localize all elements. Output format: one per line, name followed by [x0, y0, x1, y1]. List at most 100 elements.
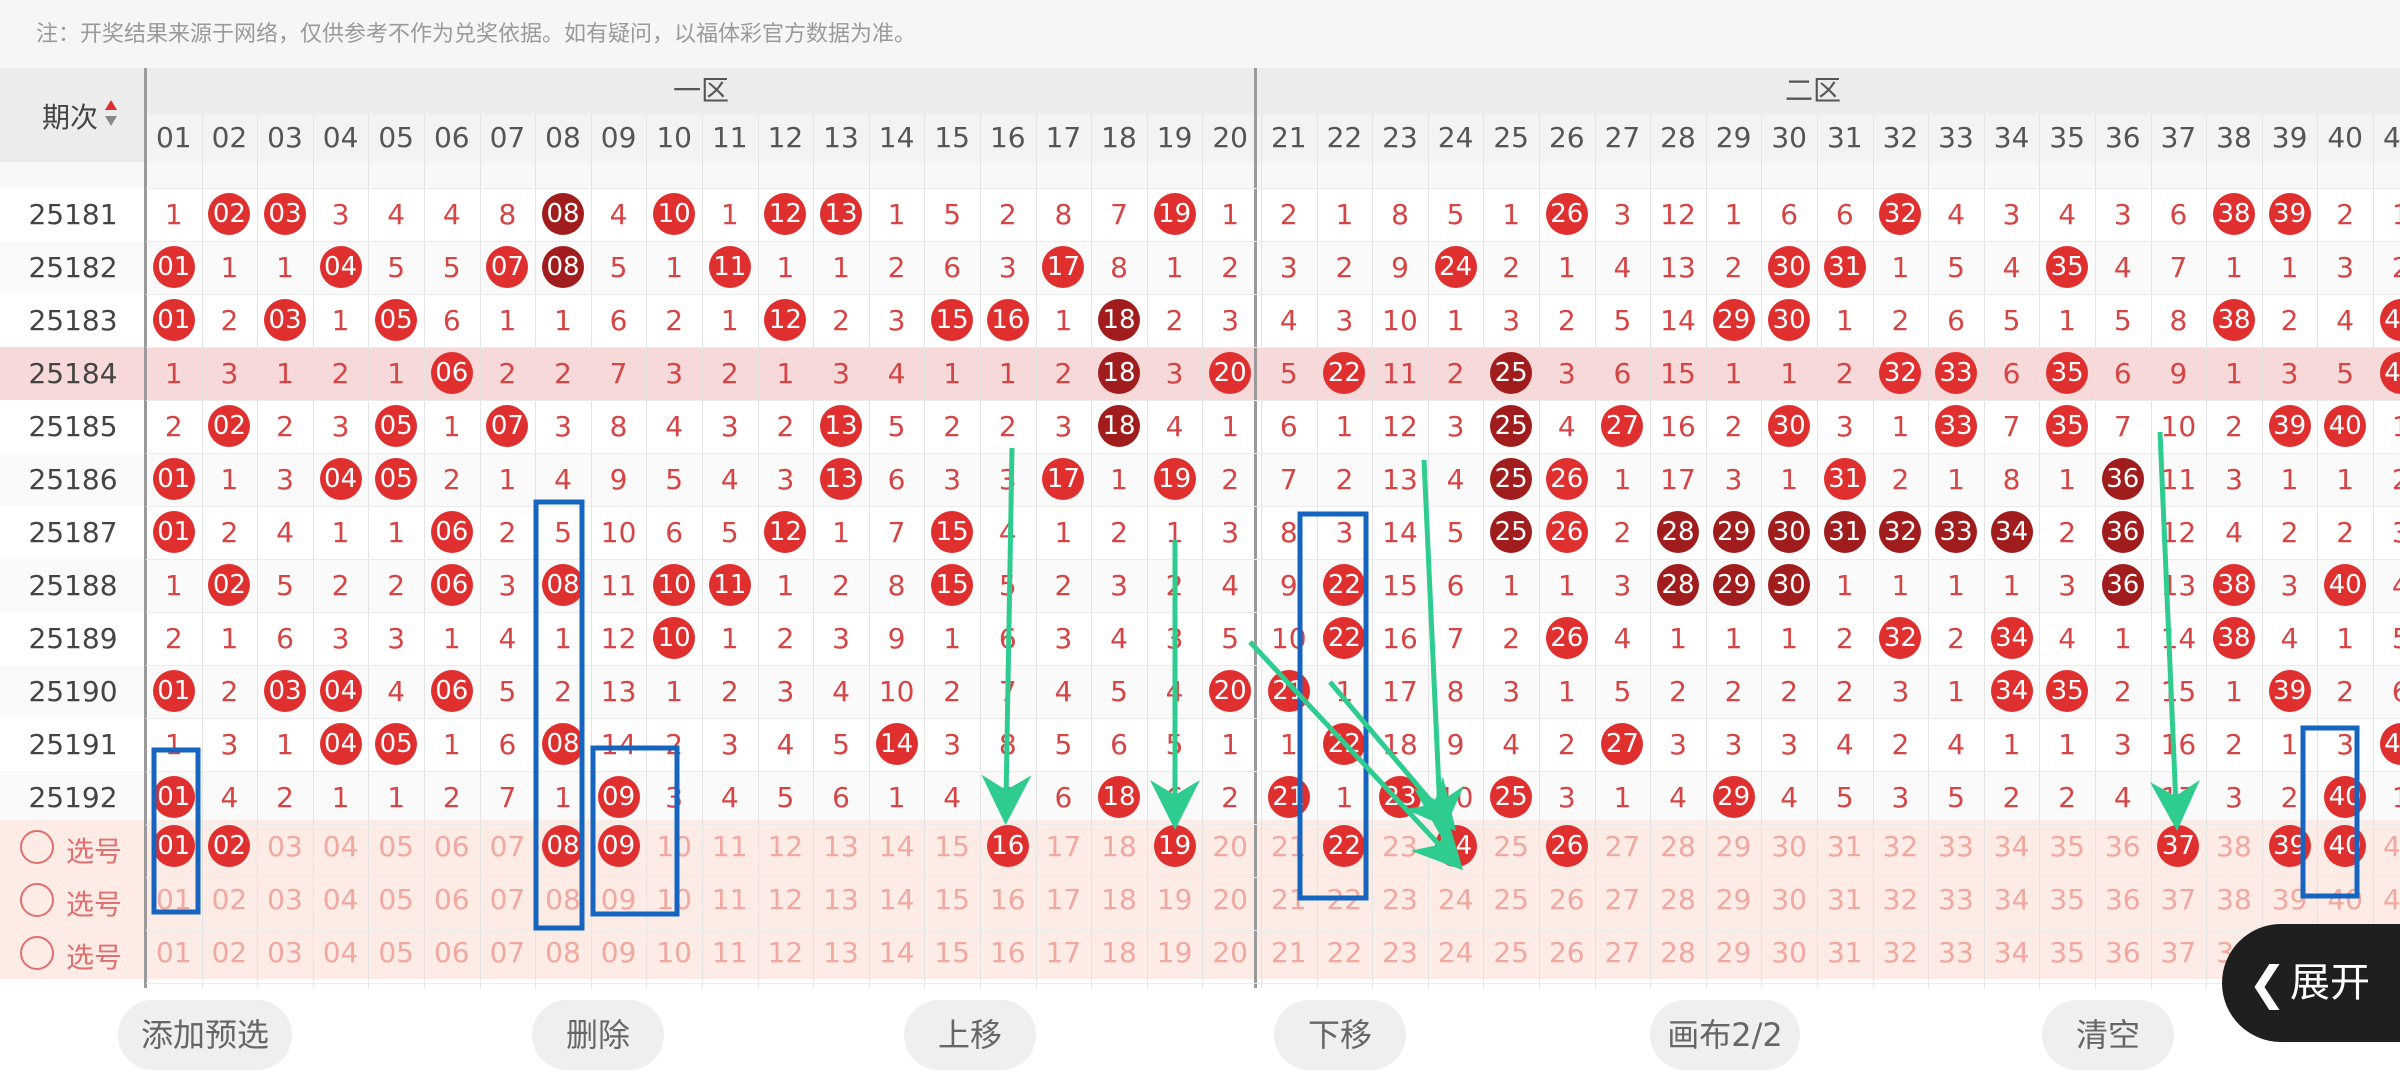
selectable-number[interactable]: 23: [1372, 926, 1428, 979]
selectable-number[interactable]: 24: [1428, 926, 1484, 979]
selectable-number[interactable]: 06: [424, 873, 480, 926]
selectable-number[interactable]: 40: [2317, 873, 2373, 926]
selectable-number[interactable]: 21: [1261, 873, 1317, 926]
selectable-number[interactable]: 32: [1873, 926, 1929, 979]
selected-number-ball[interactable]: 22: [1323, 825, 1366, 867]
selectable-number[interactable]: 41: [2373, 820, 2400, 873]
selectable-number[interactable]: 39: [2262, 873, 2318, 926]
selectable-number[interactable]: 11: [702, 926, 758, 979]
selectable-number[interactable]: 17: [1036, 873, 1092, 926]
selectable-number[interactable]: 02: [202, 873, 258, 926]
selectable-number[interactable]: 23: [1372, 873, 1428, 926]
selectable-number[interactable]: 24: [1428, 873, 1484, 926]
selectable-number[interactable]: 20: [1202, 820, 1258, 873]
selected-number-ball[interactable]: 26: [1545, 825, 1588, 867]
selectable-number[interactable]: 32: [1873, 873, 1929, 926]
selectable-number[interactable]: 17: [1036, 820, 1092, 873]
selectable-number[interactable]: 37: [2151, 873, 2207, 926]
selectable-number[interactable]: 10: [646, 873, 702, 926]
selectable-number[interactable]: 11: [702, 820, 758, 873]
selectable-number[interactable]: 22: [1317, 873, 1373, 926]
move-down-button[interactable]: 下移: [1274, 1000, 1406, 1070]
selectable-number[interactable]: 38: [2206, 873, 2262, 926]
selectable-number[interactable]: 36: [2095, 873, 2151, 926]
selectable-number[interactable]: 32: [1873, 820, 1929, 873]
selectable-number[interactable]: 26: [1539, 926, 1595, 979]
selectable-number[interactable]: 35: [2039, 820, 2095, 873]
selectable-number[interactable]: 29: [1706, 820, 1762, 873]
selectable-number[interactable]: 09: [591, 926, 647, 979]
selectable-number[interactable]: 18: [1091, 926, 1147, 979]
selectable-number[interactable]: 19: [1147, 873, 1203, 926]
selectable-number[interactable]: 18: [1091, 820, 1147, 873]
selectable-number[interactable]: 22: [1317, 926, 1373, 979]
trend-grid[interactable]: 一区 二区 01 02 03 04 05 06 07 08 09 10 11 12 13 14 15 16 17…: [0, 68, 2400, 988]
selectable-number[interactable]: 10: [646, 926, 702, 979]
selectable-number[interactable]: 36: [2095, 926, 2151, 979]
selectable-number[interactable]: 27: [1595, 820, 1651, 873]
selectable-number[interactable]: 16: [980, 926, 1036, 979]
selectable-number[interactable]: 02: [202, 926, 258, 979]
selected-number-ball[interactable]: 37: [2157, 825, 2200, 867]
selectable-number[interactable]: 05: [368, 820, 424, 873]
selectable-number[interactable]: 28: [1650, 926, 1706, 979]
selectable-number[interactable]: 34: [1984, 820, 2040, 873]
selected-number-ball[interactable]: 39: [2268, 825, 2311, 867]
select-row-radio[interactable]: [20, 936, 54, 970]
select-row-radio[interactable]: [20, 883, 54, 917]
period-header[interactable]: 期次: [0, 68, 146, 162]
selectable-number[interactable]: 34: [1984, 873, 2040, 926]
add-preselect-button[interactable]: 添加预选: [118, 1000, 292, 1070]
canvas-button[interactable]: 画布2/2: [1650, 1000, 1800, 1070]
selectable-number[interactable]: 35: [2039, 873, 2095, 926]
selectable-number[interactable]: 07: [480, 926, 536, 979]
selectable-number[interactable]: 04: [313, 926, 369, 979]
selectable-number[interactable]: 38: [2206, 820, 2262, 873]
selectable-number[interactable]: 18: [1091, 873, 1147, 926]
selectable-number[interactable]: 01: [146, 873, 202, 926]
selectable-number[interactable]: 20: [1202, 926, 1258, 979]
selectable-number[interactable]: 07: [480, 873, 536, 926]
selectable-number[interactable]: 30: [1761, 820, 1817, 873]
selectable-number[interactable]: 12: [758, 820, 814, 873]
selectable-number[interactable]: 28: [1650, 820, 1706, 873]
selectable-number[interactable]: 16: [980, 873, 1036, 926]
selectable-number[interactable]: 25: [1483, 926, 1539, 979]
selectable-number[interactable]: 13: [813, 926, 869, 979]
selectable-number[interactable]: 15: [924, 873, 980, 926]
selectable-number[interactable]: 04: [313, 820, 369, 873]
selectable-number[interactable]: 19: [1147, 926, 1203, 979]
delete-button[interactable]: 删除: [532, 1000, 664, 1070]
selected-number-ball[interactable]: 08: [542, 825, 584, 867]
selectable-number[interactable]: 05: [368, 926, 424, 979]
selectable-number[interactable]: 41: [2373, 873, 2400, 926]
selectable-number[interactable]: 14: [869, 873, 925, 926]
selectable-number[interactable]: 30: [1761, 873, 1817, 926]
selectable-number[interactable]: 06: [424, 820, 480, 873]
selectable-number[interactable]: 03: [257, 926, 313, 979]
selectable-number[interactable]: 31: [1817, 820, 1873, 873]
selectable-number[interactable]: 36: [2095, 820, 2151, 873]
selectable-number[interactable]: 03: [257, 873, 313, 926]
selectable-number[interactable]: 31: [1817, 926, 1873, 979]
selectable-number[interactable]: 37: [2151, 926, 2207, 979]
selectable-number[interactable]: 13: [813, 873, 869, 926]
selectable-number[interactable]: 23: [1372, 820, 1428, 873]
selectable-number[interactable]: 09: [591, 873, 647, 926]
selectable-number[interactable]: 11: [702, 873, 758, 926]
selected-number-ball[interactable]: 01: [152, 825, 195, 867]
selectable-number[interactable]: 26: [1539, 873, 1595, 926]
selectable-number[interactable]: 03: [257, 820, 313, 873]
clear-button[interactable]: 清空: [2042, 1000, 2174, 1070]
selectable-number[interactable]: 29: [1706, 926, 1762, 979]
selectable-number[interactable]: 33: [1928, 820, 1984, 873]
selectable-number[interactable]: 05: [368, 873, 424, 926]
selectable-number[interactable]: 33: [1928, 873, 1984, 926]
selectable-number[interactable]: 15: [924, 926, 980, 979]
selected-number-ball[interactable]: 09: [597, 825, 640, 867]
selectable-number[interactable]: 31: [1817, 873, 1873, 926]
selectable-number[interactable]: 34: [1984, 926, 2040, 979]
selectable-number[interactable]: 29: [1706, 873, 1762, 926]
selectable-number[interactable]: 20: [1202, 873, 1258, 926]
selected-number-ball[interactable]: 02: [208, 825, 251, 867]
